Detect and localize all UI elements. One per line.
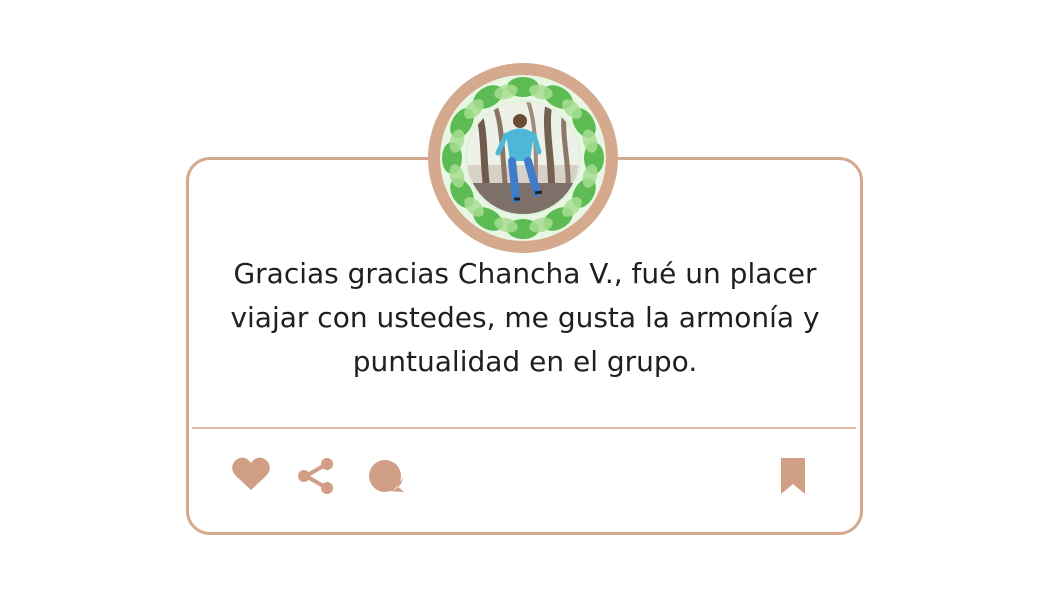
save-button[interactable] xyxy=(771,454,815,498)
avatar xyxy=(428,63,618,253)
share-button[interactable] xyxy=(294,454,338,498)
comment-button[interactable] xyxy=(364,454,408,498)
like-button[interactable] xyxy=(229,452,273,496)
share-icon xyxy=(298,458,333,494)
comment-icon xyxy=(369,460,404,492)
bookmark-icon xyxy=(781,458,805,494)
review-text: Gracias gracias Chancha V., fué un place… xyxy=(230,257,820,378)
avatar-photo xyxy=(440,75,606,241)
card-divider xyxy=(192,427,856,429)
heart-icon xyxy=(232,457,270,490)
